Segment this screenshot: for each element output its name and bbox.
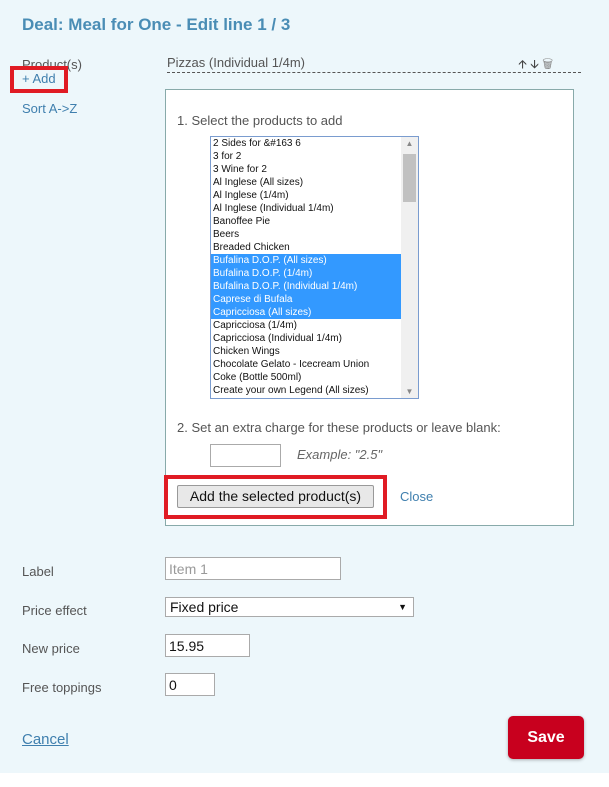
edit-deal-panel: Deal: Meal for One - Edit line 1 / 3 Pro…: [0, 0, 609, 773]
label-label: Label: [22, 564, 54, 579]
products-listbox[interactable]: 2 Sides for &#163 63 for 23 Wine for 2 Al…: [210, 136, 419, 399]
sort-az-link[interactable]: Sort A->Z: [22, 101, 77, 116]
list-option[interactable]: 3 Wine for 2: [211, 163, 401, 176]
list-option[interactable]: Capricciosa (Individual 1/4m): [211, 332, 401, 345]
list-option[interactable]: Breaded Chicken: [211, 241, 401, 254]
scroll-up-icon[interactable]: ▲: [401, 139, 418, 148]
close-link[interactable]: Close: [400, 489, 433, 504]
new-price-label: New price: [22, 641, 80, 656]
list-option[interactable]: 2 Sides for &#163 6: [211, 137, 401, 150]
add-selected-button[interactable]: Add the selected product(s): [177, 485, 374, 508]
list-option[interactable]: Create your own Legend (All sizes): [211, 384, 401, 397]
free-toppings-label: Free toppings: [22, 680, 102, 695]
example-hint: Example: "2.5": [297, 447, 383, 462]
arrow-down-icon[interactable]: 🡫: [530, 57, 539, 71]
arrow-up-icon[interactable]: 🡩: [518, 57, 527, 71]
step1-label: 1. Select the products to add: [177, 113, 343, 128]
list-option[interactable]: Chocolate Gelato - Icecream Union: [211, 358, 401, 371]
label-input[interactable]: [165, 557, 341, 580]
price-effect-select[interactable]: Fixed price ▼: [165, 597, 414, 617]
list-option[interactable]: Bufalina D.O.P. (Individual 1/4m): [211, 280, 401, 293]
price-effect-value: Fixed price: [170, 599, 239, 615]
product-name: Pizzas (Individual 1/4m): [167, 55, 305, 70]
list-option[interactable]: Caprese di Bufala: [211, 293, 401, 306]
scroll-down-icon[interactable]: ▼: [401, 387, 418, 396]
new-price-input[interactable]: [165, 634, 250, 657]
extra-charge-input[interactable]: [210, 444, 281, 467]
list-option[interactable]: Bufalina D.O.P. (All sizes): [211, 254, 401, 267]
list-option[interactable]: Al Inglese (All sizes): [211, 176, 401, 189]
list-option[interactable]: Banoffee Pie: [211, 215, 401, 228]
save-button[interactable]: Save: [508, 716, 584, 759]
list-option[interactable]: Chicken Wings: [211, 345, 401, 358]
step2-label: 2. Set an extra charge for these product…: [177, 420, 501, 435]
trash-icon[interactable]: 🗑: [542, 57, 553, 71]
add-product-link[interactable]: + Add: [22, 71, 56, 86]
list-option[interactable]: Bufalina D.O.P. (1/4m): [211, 267, 401, 280]
list-option[interactable]: Capricciosa (All sizes): [211, 306, 401, 319]
page-title: Deal: Meal for One - Edit line 1 / 3: [22, 15, 291, 34]
list-option[interactable]: Coke (Bottle 500ml): [211, 371, 401, 384]
product-line: Pizzas (Individual 1/4m) 🡩 🡫 🗑: [167, 55, 581, 73]
list-option[interactable]: Beers: [211, 228, 401, 241]
chevron-down-icon: ▼: [398, 602, 407, 612]
cancel-link[interactable]: Cancel: [22, 731, 69, 748]
price-effect-label: Price effect: [22, 603, 87, 618]
list-option[interactable]: Capricciosa (1/4m): [211, 319, 401, 332]
scrollbar-thumb[interactable]: [403, 154, 416, 202]
list-option[interactable]: Al Inglese (Individual 1/4m): [211, 202, 401, 215]
list-option[interactable]: Al Inglese (1/4m): [211, 189, 401, 202]
list-option[interactable]: 3 for 2: [211, 150, 401, 163]
free-toppings-input[interactable]: [165, 673, 215, 696]
listbox-scrollbar[interactable]: ▲ ▼: [401, 137, 418, 398]
